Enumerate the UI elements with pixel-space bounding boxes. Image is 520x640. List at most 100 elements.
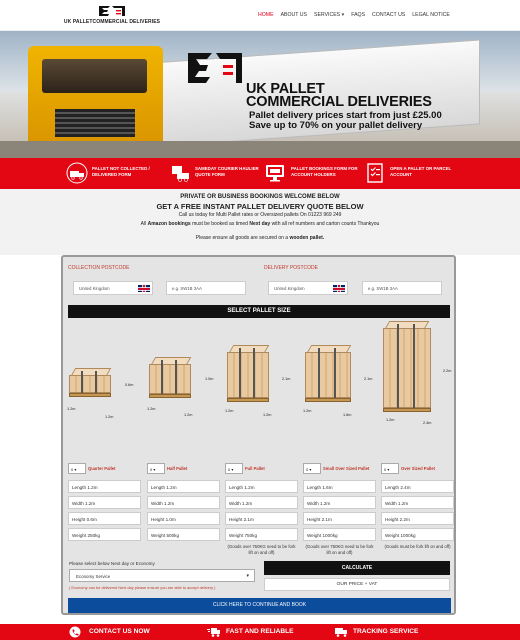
full-pallet-qty-select[interactable]: 0 ▾ (225, 463, 243, 474)
delivery-postcode-label: DELIVERY POSTCODE (264, 265, 318, 271)
full-pallet-image[interactable]: 2.1m 1.2m 1.2m (225, 341, 293, 421)
oversized-qty-select[interactable]: 0 ▾ (381, 463, 399, 474)
truck-windshield-image (42, 59, 147, 93)
logo[interactable]: UK PALLETCOMMERCIAL DELIVERIES (62, 5, 162, 27)
oversized-pallet-image[interactable]: 2.2m 1.2m 2.4m (381, 319, 457, 429)
continue-book-button[interactable]: CLICK HERE TO CONTINUE AND BOOK (68, 598, 451, 613)
small-oversized-length-field[interactable]: Length 1.6m (303, 480, 376, 493)
intro-pallet-note: Please ensure all goods are secured on a… (195, 235, 325, 241)
page: UK PALLETCOMMERCIAL DELIVERIES HOME ABOU… (0, 0, 520, 640)
truck-grill-image (55, 109, 135, 137)
fast-reliable-label: FAST AND RELIABLE (226, 628, 294, 635)
pallet-bookings-link[interactable]: PALLET BOOKINGS FORM FOR ACCOUNT HOLDERS (262, 158, 362, 189)
tracking-service-link[interactable]: TRACKING SERVICE (353, 628, 418, 635)
quarter-weight-field[interactable]: Weight 250kg (68, 528, 141, 541)
half-height-field[interactable]: Height 1.0m (147, 512, 220, 525)
oversized-length-field[interactable]: Length 2.4m (381, 480, 454, 493)
half-weight-field[interactable]: Weight 500kg (147, 528, 220, 541)
service-links-bar: PALLET NOT COLLECTED / DELIVERED FORM SAM… (0, 158, 520, 189)
quote-form: COLLECTION POSTCODE DELIVERY POSTCODE Un… (61, 255, 456, 615)
small-oversized-weight-field[interactable]: Weight 1000kg (303, 528, 376, 541)
quarter-length-field[interactable]: Length 1.2m (68, 480, 141, 493)
intro-section: PRIVATE OR BUSINESS BOOKINGS WELCOME BEL… (0, 189, 520, 255)
uk-flag-icon (333, 285, 345, 292)
small-oversized-height-field[interactable]: Height 2.1m (303, 512, 376, 525)
checklist-icon (367, 163, 383, 183)
collection-country-select[interactable]: United Kingdom (73, 281, 153, 295)
hero-title-line2: COMMERCIAL DELIVERIES (246, 94, 432, 110)
half-pallet-name: Half Pallet (167, 466, 188, 471)
half-pallet-qty-select[interactable]: 0 ▾ (147, 463, 165, 474)
contact-us-now-link[interactable]: CONTACT US NOW (89, 628, 150, 635)
sameday-courier-link[interactable]: SAMEDAY COURIER HAULIER QUOTE FORM (165, 158, 265, 189)
oversized-width-field[interactable]: Width 1.2m (381, 496, 454, 509)
half-pallet-image[interactable]: 1.0m 1.2m 1.2m (147, 353, 213, 421)
full-weight-field[interactable]: Weight 750kg (225, 528, 298, 541)
main-nav: HOME ABOUT US SERVICES ▾ FAQS CONTACT US… (258, 12, 450, 18)
collection-postcode-label: COLLECTION POSTCODE (68, 265, 130, 271)
courier-icon (172, 166, 189, 182)
small-oversized-pallet-image[interactable]: 2.1m 1.2m 1.6m (303, 341, 375, 421)
quarter-width-field[interactable]: Width 1.2m (68, 496, 141, 509)
logo-text: UK PALLETCOMMERCIAL DELIVERIES (63, 19, 161, 25)
select-pallet-size-heading: SELECT PALLET SIZE (68, 305, 450, 318)
calculate-button[interactable]: CALCULATE (264, 561, 450, 575)
pallet-bookings-label: PALLET BOOKINGS FORM FOR ACCOUNT HOLDERS (291, 166, 358, 177)
intro-quote-heading: GET A FREE INSTANT PALLET DELIVERY QUOTE… (156, 202, 364, 211)
pallet-not-collected-label: PALLET NOT COLLECTED / DELIVERED FORM (92, 166, 150, 177)
small-oversized-name: Small Over Sized Pallet (323, 466, 370, 471)
half-width-field[interactable]: Width 1.2m (147, 496, 220, 509)
small-oversized-qty-select[interactable]: 0 ▾ (303, 463, 321, 474)
open-account-label: OPEN A PALLET OR PARCEL ACCOUNT (390, 166, 452, 177)
nav-contact[interactable]: CONTACT US (372, 12, 405, 18)
truck-icon (66, 162, 88, 184)
speed-truck-icon (207, 628, 220, 637)
small-oversized-note: (Goods over 750KG need to be fork lift o… (305, 544, 374, 555)
intro-call-text: Call us today for Multi Pallet rates or … (178, 212, 342, 218)
nav-about[interactable]: ABOUT US (281, 12, 307, 18)
service-select[interactable]: Economy Service ▾ (69, 569, 255, 582)
full-width-field[interactable]: Width 1.2m (225, 496, 298, 509)
oversized-weight-field[interactable]: Weight 1000kg (381, 528, 454, 541)
collection-postcode-input[interactable]: e.g. SW1B 3AA (166, 281, 246, 295)
service-select-value: Economy Service (76, 574, 111, 579)
nav-faqs[interactable]: FAQS (351, 12, 365, 18)
nav-services[interactable]: SERVICES ▾ (314, 12, 344, 18)
delivery-postcode-input[interactable]: e.g. SW1B 3AA (362, 281, 442, 295)
road-image (0, 141, 520, 158)
chevron-down-icon: ▾ (246, 573, 249, 579)
full-pallet-name: Full Pallet (245, 466, 265, 471)
nav-home[interactable]: HOME (258, 12, 274, 18)
chevron-down-icon: ▾ (340, 12, 345, 18)
intro-heading: PRIVATE OR BUSINESS BOOKINGS WELCOME BEL… (180, 194, 340, 200)
sameday-courier-label: SAMEDAY COURIER HAULIER QUOTE FORM (195, 166, 259, 177)
small-oversized-width-field[interactable]: Width 1.2m (303, 496, 376, 509)
footer-features-bar: CONTACT US NOW FAST AND RELIABLE TRACKIN… (0, 624, 520, 640)
pallet-not-collected-link[interactable]: PALLET NOT COLLECTED / DELIVERED FORM (60, 158, 160, 189)
open-account-link[interactable]: OPEN A PALLET OR PARCEL ACCOUNT (362, 158, 462, 189)
nav-legal[interactable]: LEGAL NOTICE (412, 12, 450, 18)
oversized-note: (Goods must be fork lift on and off) (384, 544, 451, 549)
full-height-field[interactable]: Height 2.1m (225, 512, 298, 525)
site-header: UK PALLETCOMMERCIAL DELIVERIES HOME ABOU… (0, 0, 520, 31)
quarter-pallet-image[interactable]: 0.6m 1.2m 1.2m (67, 361, 133, 421)
oversized-height-field[interactable]: Height 2.2m (381, 512, 454, 525)
tracking-truck-icon (335, 628, 347, 637)
oversized-name: Over Sized Pallet (401, 466, 435, 471)
full-length-field[interactable]: Length 1.2m (225, 480, 298, 493)
service-select-label: Please select below Next day or Economy (69, 561, 155, 566)
uk-flag-icon (138, 285, 150, 292)
nav-services-label: SERVICES (314, 12, 341, 18)
service-note: ( Economy can be delivered Next day plea… (69, 585, 216, 590)
quarter-height-field[interactable]: Height 0.6m (68, 512, 141, 525)
hero-subtitle-line2: Save up to 70% on your pallet delivery (249, 120, 423, 131)
logo-mark-icon (99, 6, 125, 16)
quarter-pallet-name: Quarter Pallet (88, 466, 116, 471)
price-display: OUR PRICE + VAT (264, 578, 450, 591)
delivery-country-select[interactable]: United Kingdom (268, 281, 348, 295)
intro-amazon-text: All Amazon bookings must be booked as ti… (140, 221, 380, 227)
half-length-field[interactable]: Length 1.2m (147, 480, 220, 493)
phone-icon (69, 626, 81, 638)
quarter-pallet-qty-select[interactable]: 0 ▾ (68, 463, 86, 474)
full-pallet-note: (Goods over 750KG need to be fork lift o… (227, 544, 296, 555)
